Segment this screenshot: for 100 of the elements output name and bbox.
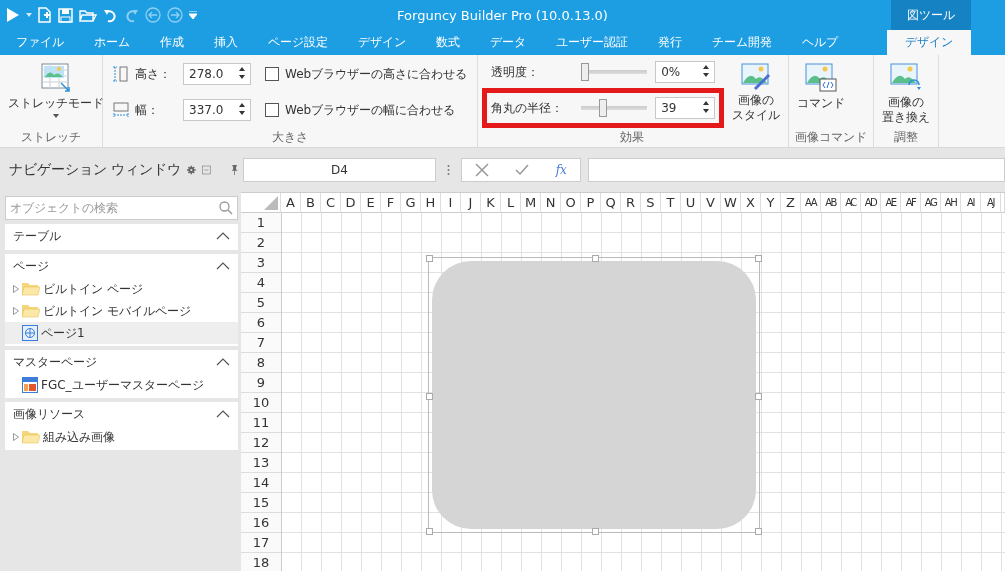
chevron-icon[interactable]	[216, 410, 230, 418]
resize-handle[interactable]	[426, 528, 433, 535]
confirm-icon[interactable]	[515, 164, 530, 176]
resize-handle[interactable]	[426, 255, 433, 262]
row-header[interactable]: 7	[241, 333, 281, 353]
context-tab[interactable]: 図ツール	[891, 0, 971, 30]
column-header[interactable]: I	[441, 193, 461, 213]
row-header[interactable]: 4	[241, 273, 281, 293]
column-header[interactable]: J	[461, 193, 481, 213]
redo-icon[interactable]	[124, 7, 139, 23]
column-header[interactable]: H	[421, 193, 441, 213]
stretch-mode-button[interactable]: ストレッチモード	[6, 61, 106, 120]
search-icon[interactable]	[219, 201, 233, 215]
column-header[interactable]: A	[281, 193, 301, 213]
column-header[interactable]: U	[681, 193, 701, 213]
settings-icon[interactable]	[187, 164, 197, 176]
column-header[interactable]: P	[581, 193, 601, 213]
row-header[interactable]: 15	[241, 493, 281, 513]
expand-arrow-icon[interactable]	[13, 285, 19, 293]
column-header[interactable]: AC	[841, 193, 861, 213]
row-header[interactable]: 16	[241, 513, 281, 533]
resize-handle[interactable]	[426, 393, 433, 400]
row-header[interactable]: 2	[241, 233, 281, 253]
open-folder-icon[interactable]	[79, 7, 97, 23]
tree-item[interactable]: 組み込み画像	[5, 426, 238, 448]
column-header[interactable]: M	[521, 193, 541, 213]
forward-icon[interactable]	[167, 7, 183, 23]
row-header[interactable]: 1	[241, 213, 281, 233]
number-spinner[interactable]: 278.0	[183, 63, 251, 85]
column-header[interactable]: D	[341, 193, 361, 213]
tree-item[interactable]: ビルトイン ページ	[5, 278, 238, 300]
number-spinner[interactable]: 39	[655, 97, 716, 119]
row-header[interactable]: 18	[241, 553, 281, 571]
formula-input[interactable]	[588, 158, 1005, 182]
customize-icon[interactable]	[189, 11, 197, 19]
row-header[interactable]: 13	[241, 453, 281, 473]
expand-arrow-icon[interactable]	[13, 307, 19, 315]
column-header[interactable]: C	[321, 193, 341, 213]
checkbox[interactable]	[265, 67, 279, 81]
column-header[interactable]: O	[561, 193, 581, 213]
number-spinner[interactable]: 337.0	[183, 99, 251, 121]
column-header[interactable]: G	[401, 193, 421, 213]
tree-item[interactable]: ビルトイン モバイルページ	[5, 300, 238, 322]
column-header[interactable]: N	[541, 193, 561, 213]
name-box[interactable]: D4	[243, 158, 436, 182]
column-header[interactable]: B	[301, 193, 321, 213]
row-header[interactable]: 3	[241, 253, 281, 273]
function-button[interactable]: fx	[555, 163, 567, 177]
resize-handle[interactable]	[755, 393, 762, 400]
select-all-icon[interactable]	[264, 196, 278, 210]
checkbox[interactable]	[265, 103, 279, 117]
row-header[interactable]: 12	[241, 433, 281, 453]
command-button[interactable]: コマンド	[795, 61, 848, 114]
undo-icon[interactable]	[103, 7, 118, 23]
slider-thumb[interactable]	[581, 63, 590, 81]
ribbon-tab[interactable]: デザイン	[887, 30, 971, 55]
save-icon[interactable]	[58, 7, 73, 23]
slider-thumb[interactable]	[598, 99, 607, 117]
row-header[interactable]: 5	[241, 293, 281, 313]
column-header[interactable]: AA	[801, 193, 821, 213]
back-icon[interactable]	[145, 7, 161, 23]
column-header[interactable]: S	[641, 193, 661, 213]
resize-handle[interactable]	[755, 255, 762, 262]
search-field[interactable]: オブジェクトの検索	[5, 196, 238, 220]
column-header[interactable]: AG	[921, 193, 941, 213]
column-header[interactable]: T	[661, 193, 681, 213]
column-header[interactable]: Y	[761, 193, 781, 213]
column-header[interactable]: V	[701, 193, 721, 213]
cancel-icon[interactable]	[475, 163, 490, 177]
row-header[interactable]: 14	[241, 473, 281, 493]
chevron-icon[interactable]	[216, 358, 230, 366]
run-icon[interactable]	[6, 7, 20, 23]
resize-handle[interactable]	[592, 528, 599, 535]
column-header[interactable]: AF	[901, 193, 921, 213]
row-header[interactable]: 10	[241, 393, 281, 413]
row-header[interactable]: 11	[241, 413, 281, 433]
resize-handle[interactable]	[755, 528, 762, 535]
dropdown-icon[interactable]	[26, 13, 32, 17]
tree-item[interactable]: ページ1	[5, 322, 238, 344]
column-header[interactable]: R	[621, 193, 641, 213]
pin-icon[interactable]	[230, 163, 238, 177]
column-header[interactable]: Z	[781, 193, 801, 213]
row-header[interactable]: 9	[241, 373, 281, 393]
chevron-icon[interactable]	[216, 262, 230, 270]
tree-item[interactable]: FGC_ユーザーマスターページ	[5, 374, 238, 396]
column-header[interactable]: AE	[881, 193, 901, 213]
replace-image-button[interactable]: 画像の 置き換え	[880, 61, 933, 127]
column-header[interactable]: K	[481, 193, 501, 213]
column-header[interactable]: L	[501, 193, 521, 213]
column-header[interactable]: E	[361, 193, 381, 213]
column-header[interactable]: AB	[821, 193, 841, 213]
column-header[interactable]: X	[741, 193, 761, 213]
row-header[interactable]: 6	[241, 313, 281, 333]
column-header[interactable]: AI	[961, 193, 981, 213]
column-header[interactable]: W	[721, 193, 741, 213]
column-header[interactable]: AH	[941, 193, 961, 213]
column-header[interactable]: AJ	[981, 193, 1001, 213]
row-header[interactable]: 8	[241, 353, 281, 373]
expand-arrow-icon[interactable]	[13, 433, 19, 441]
number-spinner[interactable]: 0%	[655, 61, 716, 83]
